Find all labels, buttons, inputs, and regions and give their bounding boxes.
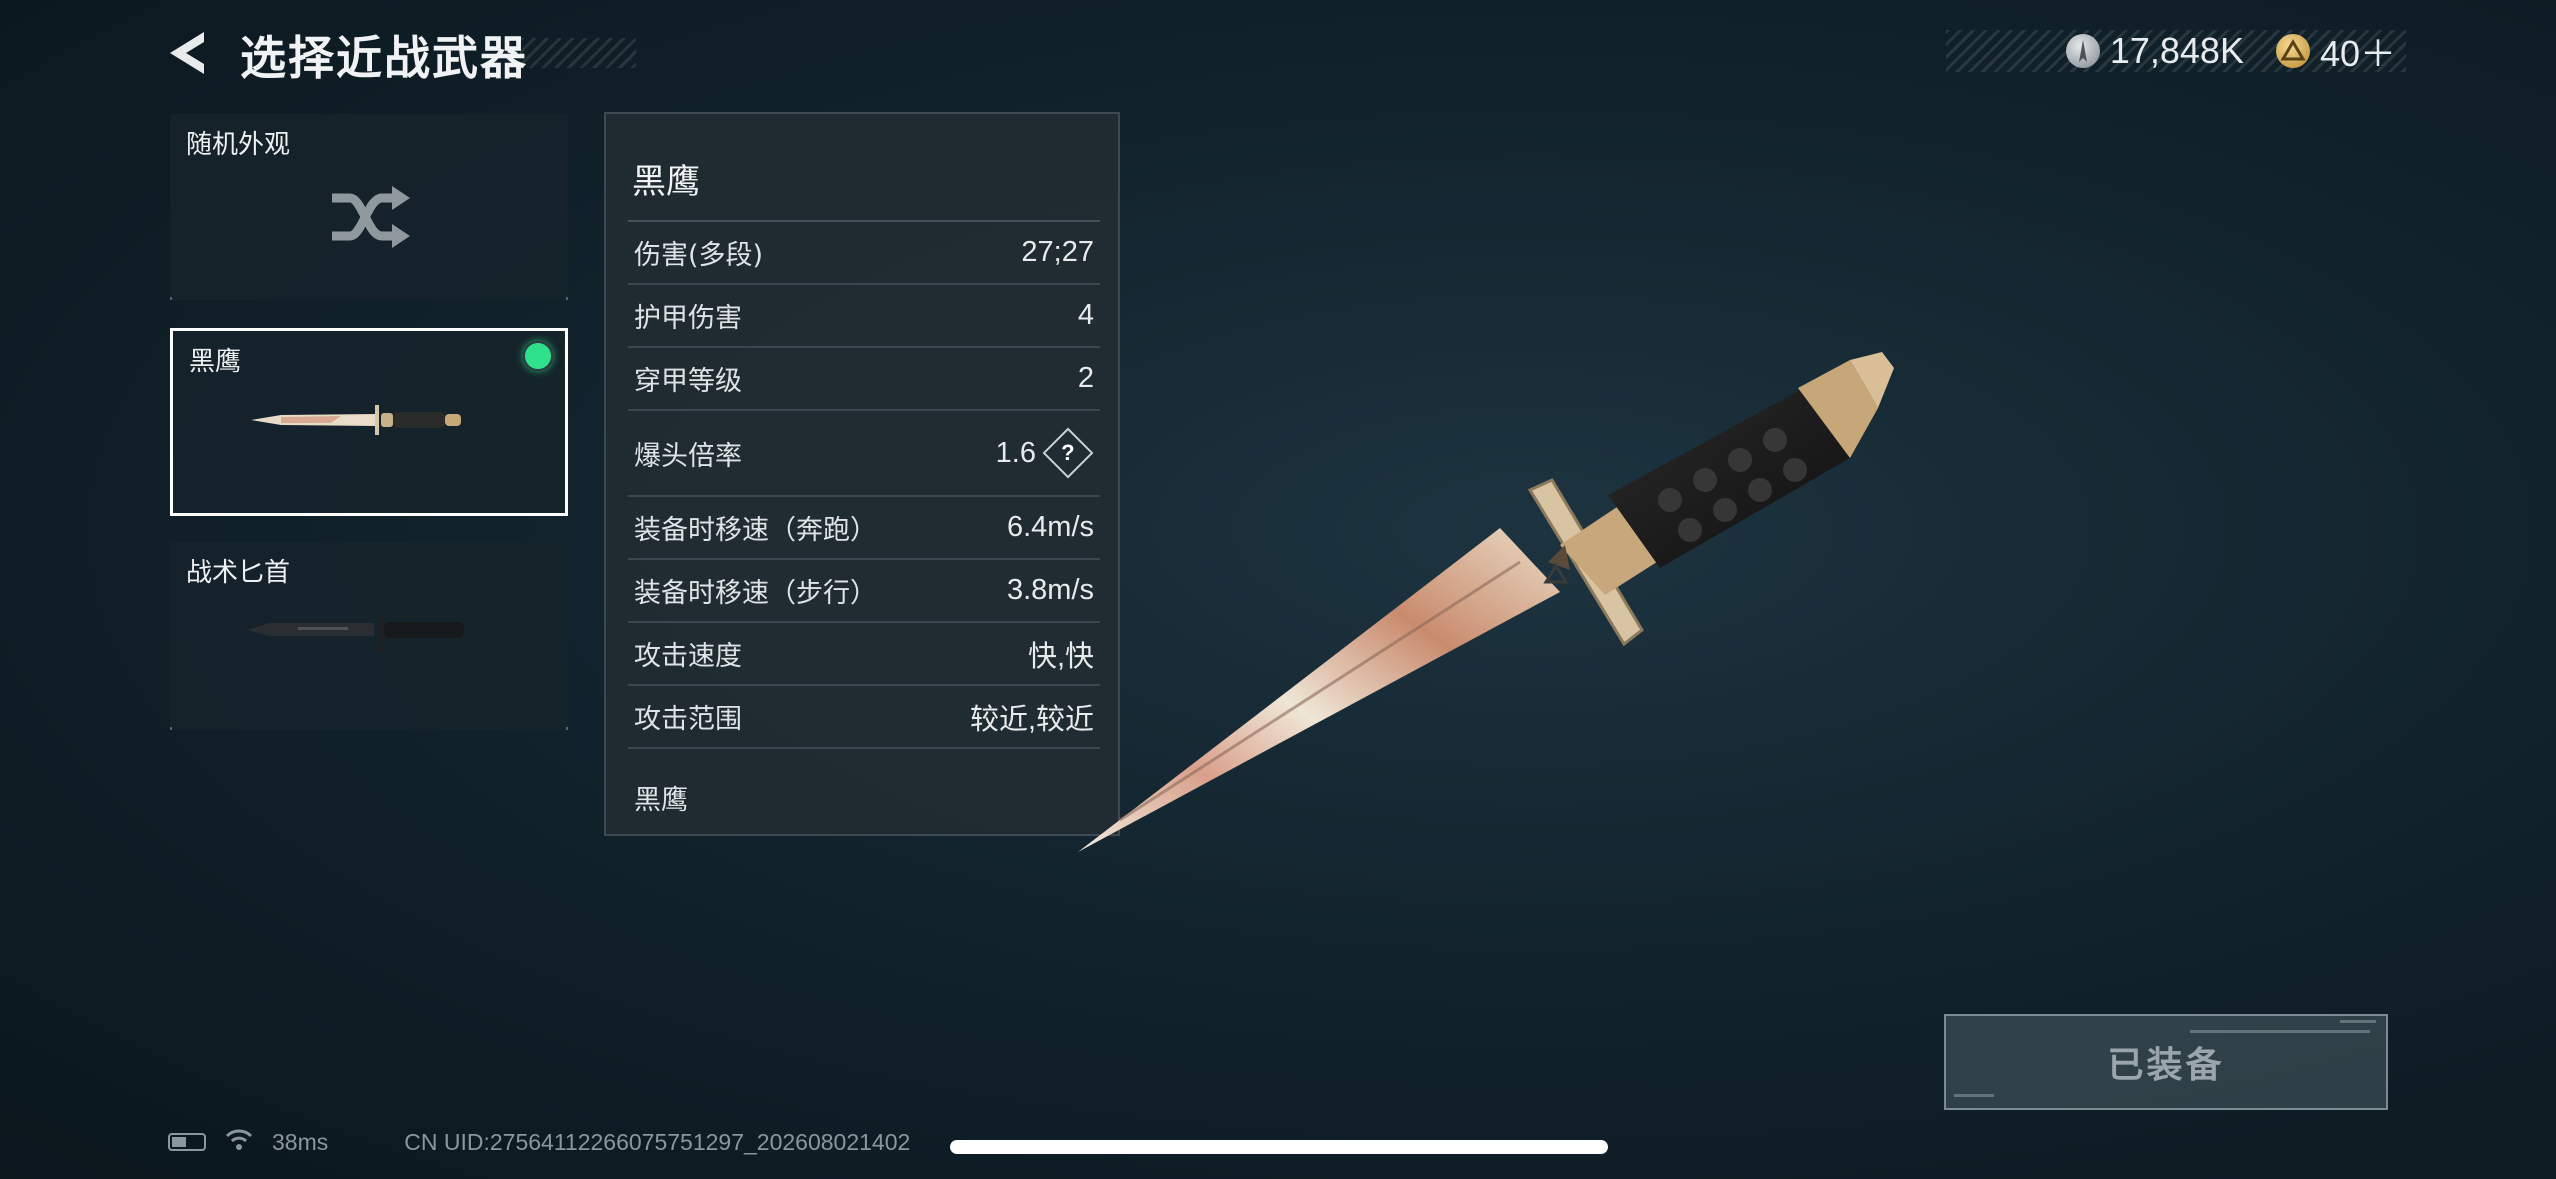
currency-bar: 17,848K 40＋ xyxy=(1946,30,2406,74)
weapon-card-label: 战术匕首 xyxy=(186,558,291,588)
stat-label: 装备时移速（奔跑） xyxy=(634,515,877,546)
silver-amount: 17,848K xyxy=(2109,30,2244,71)
weapon-description: 黑鹰 xyxy=(634,785,688,816)
stat-label: 伤害(多段) xyxy=(634,240,764,271)
stat-label: 攻击范围 xyxy=(634,704,742,735)
stat-row-run-speed: 装备时移速（奔跑） 6.4m/s xyxy=(628,497,1100,560)
weapon-card-label: 随机外观 xyxy=(186,130,291,160)
stat-label: 护甲伤害 xyxy=(634,303,742,334)
card-footer-line xyxy=(170,297,568,300)
equipped-indicator xyxy=(523,341,553,371)
card-footer-line xyxy=(170,727,568,730)
stat-value: 1.6 xyxy=(995,436,1036,469)
stat-row-armor-damage: 护甲伤害 4 xyxy=(628,285,1100,348)
stat-row-attack-range: 攻击范围 较近,较近 xyxy=(628,686,1100,749)
stat-row-penetration-level: 穿甲等级 2 xyxy=(628,348,1100,411)
stat-row-headshot-multiplier: 爆头倍率 1.6 ? xyxy=(628,411,1100,497)
stat-value: 27;27 xyxy=(1021,236,1094,268)
wifi-icon xyxy=(224,1126,254,1158)
weapon-card-random[interactable]: 随机外观 xyxy=(170,114,568,300)
status-bar: 38ms CN UID:2756411226607575129​7_202608… xyxy=(168,1126,910,1158)
gold-coin-icon xyxy=(2275,34,2310,68)
weapon-card-blackhawk[interactable]: 黑鹰 xyxy=(170,328,568,516)
weapon-card-tactical-dagger[interactable]: 战术匕首 xyxy=(170,542,568,730)
battery-icon xyxy=(168,1133,206,1151)
page-title: 选择近战武器 xyxy=(240,31,528,85)
home-indicator[interactable] xyxy=(950,1140,1608,1154)
weapon-name: 黑鹰 xyxy=(632,162,700,202)
gold-amount: 40＋ xyxy=(2319,33,2396,74)
stat-row-attack-speed: 攻击速度 快,快 xyxy=(628,623,1100,686)
stat-label: 装备时移速（步行） xyxy=(634,578,877,609)
stats-list: 伤害(多段) 27;27 护甲伤害 4 穿甲等级 2 爆头倍率 1.6 ? 装备… xyxy=(628,220,1100,749)
weapon-card-label: 黑鹰 xyxy=(189,347,242,377)
button-decoration xyxy=(2190,1030,2370,1033)
stat-label: 攻击速度 xyxy=(634,641,742,672)
stat-row-walk-speed: 装备时移速（步行） 3.8m/s xyxy=(628,560,1100,623)
blackhawk-knife-thumbnail xyxy=(251,395,491,449)
ping-value: 38ms xyxy=(272,1128,329,1155)
weapon-stats-panel: 黑鹰 伤害(多段) 27;27 护甲伤害 4 穿甲等级 2 爆头倍率 1.6 ?… xyxy=(604,112,1120,836)
blackhawk-knife-preview[interactable] xyxy=(1060,330,1960,870)
button-decoration xyxy=(2340,1020,2376,1023)
uid-text: CN UID:2756411226607575129​7_20260802140… xyxy=(404,1128,911,1155)
back-arrow-icon[interactable] xyxy=(164,28,212,78)
stat-value: 4 xyxy=(1077,299,1094,331)
shuffle-icon xyxy=(328,182,412,256)
silver-coin-icon xyxy=(2065,34,2100,68)
equipped-button[interactable]: 已装备 xyxy=(1944,1014,2388,1110)
title-decoration xyxy=(520,38,636,68)
button-decoration xyxy=(1954,1094,1994,1097)
stat-row-damage: 伤害(多段) 27;27 xyxy=(628,222,1100,285)
equipped-button-label: 已装备 xyxy=(2107,1045,2225,1086)
stat-label: 爆头倍率 xyxy=(634,440,742,472)
tactical-dagger-thumbnail xyxy=(248,608,488,662)
stat-label: 穿甲等级 xyxy=(634,366,742,397)
